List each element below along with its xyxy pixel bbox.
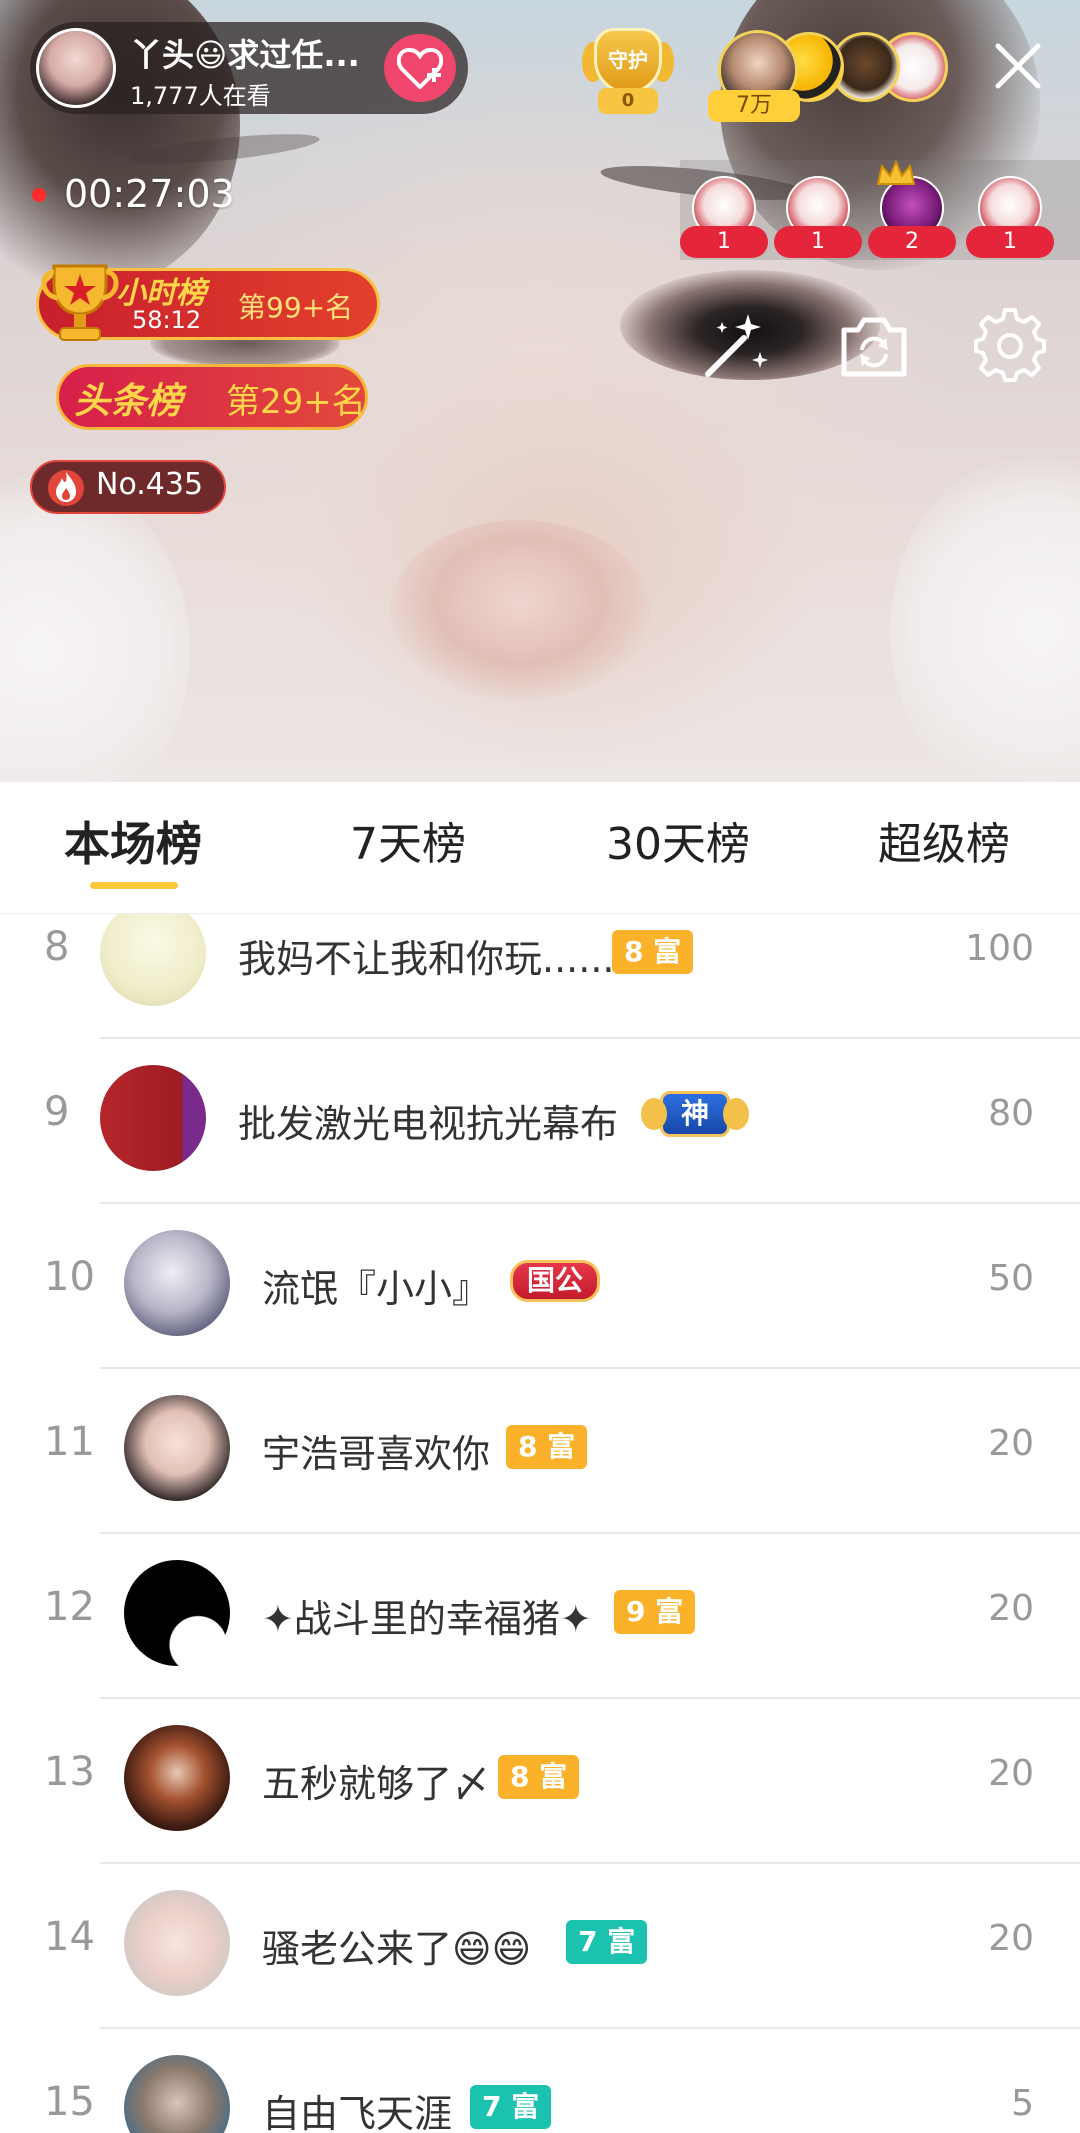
noble-title-badge: 国公: [510, 1260, 601, 1302]
gift-count: 2: [868, 226, 956, 258]
ranking-row[interactable]: 14 骚老公来了😄😄 7 富 20: [0, 1864, 1080, 2029]
contribution-points: 20: [988, 1588, 1034, 1629]
avatar[interactable]: [124, 1230, 230, 1336]
user-name: ✦战斗里的幸福猪✦: [262, 1597, 592, 1641]
ranking-row[interactable]: 13 五秒就够了〆 8 富 20: [0, 1699, 1080, 1864]
avatar[interactable]: [100, 914, 206, 1006]
contribution-points: 5: [1011, 2083, 1034, 2124]
fire-icon: [48, 470, 84, 506]
live-timer-text: 00:27:03: [64, 172, 235, 216]
guard-count: 0: [598, 88, 658, 114]
guard-label: 守护: [608, 48, 648, 72]
contribution-points: 50: [988, 1258, 1034, 1299]
tab-7-days[interactable]: 7天榜: [350, 808, 466, 872]
avatar[interactable]: [100, 1065, 206, 1171]
user-name: 五秒就够了〆: [262, 1762, 491, 1806]
rank-number: 14: [44, 1914, 95, 1960]
follow-button[interactable]: [384, 34, 456, 102]
god-level-badge: 神: [641, 1091, 750, 1137]
user-name: 宇浩哥喜欢你: [262, 1432, 491, 1476]
badge-wing-right: [723, 1098, 750, 1130]
ranking-row[interactable]: 11 宇浩哥喜欢你 8 富 20: [0, 1369, 1080, 1534]
headline-rank-position: 第29+名: [226, 382, 366, 422]
video-fur-right: [890, 450, 1080, 782]
contribution-points: 20: [988, 1918, 1034, 1959]
gift-count: 1: [680, 226, 768, 258]
wealth-level-badge: 8 富: [498, 1755, 580, 1799]
rank-number: 12: [44, 1584, 95, 1630]
avatar[interactable]: [124, 1395, 230, 1501]
host-name: 丫头😃求过任...: [130, 36, 360, 74]
host-info[interactable]: 丫头😃求过任... 1,777人在看: [30, 22, 468, 114]
contribution-points: 20: [988, 1423, 1034, 1464]
headline-rank-title: 头条榜: [74, 381, 183, 422]
close-button[interactable]: [990, 38, 1046, 94]
rank-number: 15: [44, 2079, 95, 2125]
wealth-level-badge: 7 富: [566, 1920, 648, 1964]
badge-wing-left: [641, 1098, 667, 1130]
user-name: 骚老公来了😄😄: [262, 1927, 532, 1971]
beauty-wand-button[interactable]: [698, 308, 774, 384]
avatar[interactable]: [124, 2055, 230, 2133]
magic-wand-icon: [705, 314, 768, 377]
tab-current-session[interactable]: 本场榜: [64, 808, 202, 874]
contribution-points: 100: [965, 928, 1034, 969]
rank-number: 9: [44, 1089, 70, 1135]
gift-count: 1: [966, 226, 1054, 258]
crown-icon: [876, 160, 916, 185]
hourly-rank-countdown: 58:12: [132, 306, 202, 334]
live-timer: 00:27:03: [26, 172, 235, 216]
tab-30-days[interactable]: 30天榜: [606, 808, 750, 872]
contribution-points: 20: [988, 1753, 1034, 1794]
user-name: 批发激光电视抗光幕布: [238, 1102, 619, 1146]
tab-super[interactable]: 超级榜: [878, 808, 1010, 872]
trophy-icon: [41, 264, 119, 341]
guard-button[interactable]: 守护 0: [582, 28, 674, 114]
contribution-points: 80: [988, 1093, 1034, 1134]
rank-number: 10: [44, 1254, 95, 1300]
rank-number: 11: [44, 1419, 95, 1465]
video-fur-left: [0, 470, 190, 782]
avatar[interactable]: [124, 1560, 230, 1666]
wealth-level-badge: 8 富: [506, 1425, 588, 1469]
popularity-rank: No.435: [96, 467, 204, 502]
wealth-level-badge: 7 富: [470, 2085, 552, 2129]
video-nose: [390, 520, 650, 700]
host-avatar[interactable]: [36, 28, 116, 108]
ranking-row[interactable]: 12 ✦战斗里的幸福猪✦ 9 富 20: [0, 1534, 1080, 1699]
close-icon: [995, 43, 1041, 89]
fans-count-badge[interactable]: 7万: [708, 90, 800, 122]
ranking-row[interactable]: 10 流氓『小小』 国公 50: [0, 1204, 1080, 1369]
ranking-row[interactable]: 9 批发激光电视抗光幕布 神 80: [0, 1039, 1080, 1204]
ranking-row[interactable]: 15 自由飞天涯 7 富 5: [0, 2029, 1080, 2133]
avatar[interactable]: [124, 1890, 230, 1996]
hourly-rank-position: 第99+名: [238, 291, 354, 324]
rank-number: 8: [44, 924, 70, 970]
heart-plus-icon: [397, 48, 443, 89]
flip-camera-button[interactable]: [836, 308, 912, 384]
settings-button[interactable]: [972, 308, 1048, 384]
gear-icon: [974, 308, 1046, 382]
user-name: 我妈不让我和你玩......: [238, 937, 615, 981]
gift-count: 1: [774, 226, 862, 258]
ranking-list[interactable]: 8 我妈不让我和你玩...... 8 富 100 9 批发激光电视抗光幕布 神 …: [0, 914, 1080, 2133]
wealth-level-badge: 8 富: [612, 930, 694, 974]
god-badge-label: 神: [681, 1097, 710, 1130]
active-tab-indicator: [90, 882, 178, 889]
wealth-level-badge: 9 富: [614, 1590, 696, 1634]
avatar[interactable]: [124, 1725, 230, 1831]
camera-flip-icon: [841, 317, 907, 377]
ranking-row[interactable]: 8 我妈不让我和你玩...... 8 富 100: [0, 914, 1080, 1039]
user-name: 自由飞天涯: [262, 2092, 453, 2133]
rank-number: 13: [44, 1749, 95, 1795]
viewer-count: 1,777人在看: [130, 82, 271, 110]
user-name: 流氓『小小』: [262, 1267, 491, 1311]
